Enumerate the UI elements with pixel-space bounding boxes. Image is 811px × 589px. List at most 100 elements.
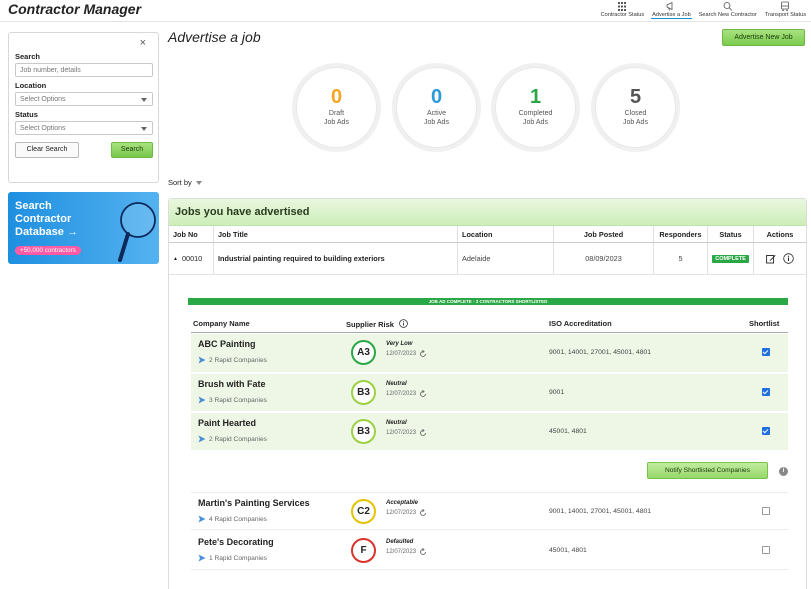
iso-accreditation: 45001, 4801 [549, 428, 587, 435]
stat-label: Draft [328, 110, 345, 117]
list-item[interactable]: ABC Painting 2 Rapid Companies A3 Very L… [191, 334, 788, 372]
refresh-icon[interactable] [419, 429, 427, 437]
stat-value: 5 [629, 86, 642, 108]
company-name: ABC Painting [198, 339, 256, 349]
status-badge: COMPLETE [712, 254, 749, 263]
info-icon[interactable] [399, 319, 408, 328]
sort-by-dropdown[interactable]: Sort by [168, 178, 202, 187]
stat-active: 0 Active Job Ads [392, 63, 481, 152]
col-shortlist: Shortlist [749, 319, 780, 328]
refresh-icon[interactable] [419, 390, 427, 398]
search-button[interactable]: Search [111, 142, 153, 158]
list-item[interactable]: Martin's Painting Services 4 Rapid Compa… [191, 492, 788, 530]
list-item[interactable]: Pete's Decorating 1 Rapid Companies F De… [191, 532, 788, 570]
col-supplier-risk-label: Supplier Risk [346, 320, 394, 329]
job-no-cell: ▲ 00010 [169, 243, 213, 274]
nav-label: Advertise a Job [652, 12, 691, 18]
rapid-companies[interactable]: 2 Rapid Companies [198, 435, 267, 443]
col-status: Status [707, 226, 753, 242]
shortlist-checkbox[interactable] [762, 507, 770, 515]
risk-level: Very Low [386, 341, 413, 347]
info-icon[interactable]: i [779, 467, 788, 476]
iso-accreditation: 9001 [549, 389, 565, 396]
rapid-companies[interactable]: 3 Rapid Companies [198, 396, 267, 404]
promo-text: Search Contractor Database → [15, 200, 78, 238]
advertise-new-job-button[interactable]: Advertise New Job [722, 29, 805, 46]
stat-value: 1 [529, 86, 542, 108]
clear-search-button[interactable]: Clear Search [15, 142, 79, 158]
col-responders: Responders [653, 226, 707, 242]
top-nav: Contractor Status Advertise a Job Search… [600, 1, 807, 19]
shortlist-checkbox[interactable] [762, 348, 770, 356]
risk-grade: C2 [351, 499, 376, 524]
rapid-companies[interactable]: 1 Rapid Companies [198, 554, 267, 562]
promo-badge: +50,000 contractors [15, 246, 81, 255]
col-location: Location [457, 226, 553, 242]
risk-level: Acceptable [386, 500, 419, 506]
stat-value: 0 [430, 86, 443, 108]
nav-search-contractor[interactable]: Search New Contractor [698, 1, 758, 19]
info-icon[interactable] [783, 253, 794, 264]
company-name: Martin's Painting Services [198, 498, 310, 508]
rapid-companies-label: 1 Rapid Companies [209, 554, 267, 562]
job-responders: 5 [653, 243, 707, 274]
stat-label: Job Ads [623, 119, 648, 126]
search-people-icon [723, 2, 733, 11]
risk-date-value: 12/07/2023 [386, 391, 417, 397]
nav-advertise-job[interactable]: Advertise a Job [651, 1, 692, 19]
contractor-database-promo[interactable]: Search Contractor Database → +50,000 con… [8, 192, 159, 264]
search-label: Search [15, 52, 41, 61]
refresh-icon[interactable] [419, 548, 427, 556]
refresh-icon[interactable] [419, 509, 427, 517]
shortlist-table-header: Company Name Supplier Risk ISO Accredita… [191, 319, 788, 333]
nav-label: Search New Contractor [698, 12, 757, 18]
send-icon [198, 356, 206, 364]
search-input[interactable]: Job number, details [15, 63, 153, 77]
status-select[interactable]: Select Options [15, 121, 153, 135]
collapse-icon[interactable]: ▲ [173, 256, 178, 262]
job-location: Adelaide [457, 243, 553, 274]
job-title: Industrial painting required to building… [213, 243, 457, 274]
notify-shortlisted-button[interactable]: Notify Shortlisted Companies [647, 462, 768, 479]
stat-draft: 0 Draft Job Ads [292, 63, 381, 152]
megaphone-icon [667, 1, 673, 11]
shortlist-checkbox[interactable] [762, 546, 770, 554]
job-status-cell: COMPLETE [707, 243, 753, 274]
iso-accreditation: 9001, 14001, 27001, 45001, 4801 [549, 349, 652, 356]
risk-date-value: 12/07/2023 [386, 351, 417, 357]
job-actions [753, 243, 806, 274]
status-label: Status [15, 110, 38, 119]
nav-transport-status[interactable]: Transport Status [764, 1, 807, 19]
company-name: Paint Hearted [198, 418, 257, 428]
rapid-companies-label: 3 Rapid Companies [209, 396, 267, 404]
edit-icon[interactable] [766, 254, 776, 264]
col-actions: Actions [753, 226, 806, 242]
location-select-value: Select Options [20, 96, 66, 103]
risk-grade: B3 [351, 380, 376, 405]
iso-accreditation: 9001, 14001, 27001, 45001, 4801 [549, 508, 652, 515]
risk-date-value: 12/07/2023 [386, 430, 417, 436]
list-item[interactable]: Paint Hearted 2 Rapid Companies B3 Neutr… [191, 412, 788, 450]
location-label: Location [15, 81, 47, 90]
status-select-value: Select Options [20, 125, 66, 132]
shortlist-checkbox[interactable] [762, 388, 770, 396]
risk-grade: F [351, 538, 376, 563]
nav-contractor-status[interactable]: Contractor Status [600, 1, 646, 19]
iso-accreditation: 45001, 4801 [549, 547, 587, 554]
rapid-companies-label: 2 Rapid Companies [209, 356, 267, 364]
stat-value: 0 [330, 86, 343, 108]
stat-label: Job Ads [324, 119, 349, 126]
refresh-icon[interactable] [419, 350, 427, 358]
stat-label: Job Ads [523, 119, 548, 126]
close-icon[interactable]: × [140, 37, 146, 49]
location-select[interactable]: Select Options [15, 92, 153, 106]
table-row[interactable]: ▲ 00010 Industrial painting required to … [169, 243, 806, 275]
list-item[interactable]: Brush with Fate 3 Rapid Companies B3 Neu… [191, 373, 788, 411]
rapid-companies[interactable]: 2 Rapid Companies [198, 356, 267, 364]
risk-level: Defaulted [386, 539, 414, 545]
risk-date-value: 12/07/2023 [386, 510, 417, 516]
rapid-companies-label: 2 Rapid Companies [209, 435, 267, 443]
magnifier-icon [118, 202, 156, 262]
rapid-companies[interactable]: 4 Rapid Companies [198, 515, 267, 523]
shortlist-checkbox[interactable] [762, 427, 770, 435]
